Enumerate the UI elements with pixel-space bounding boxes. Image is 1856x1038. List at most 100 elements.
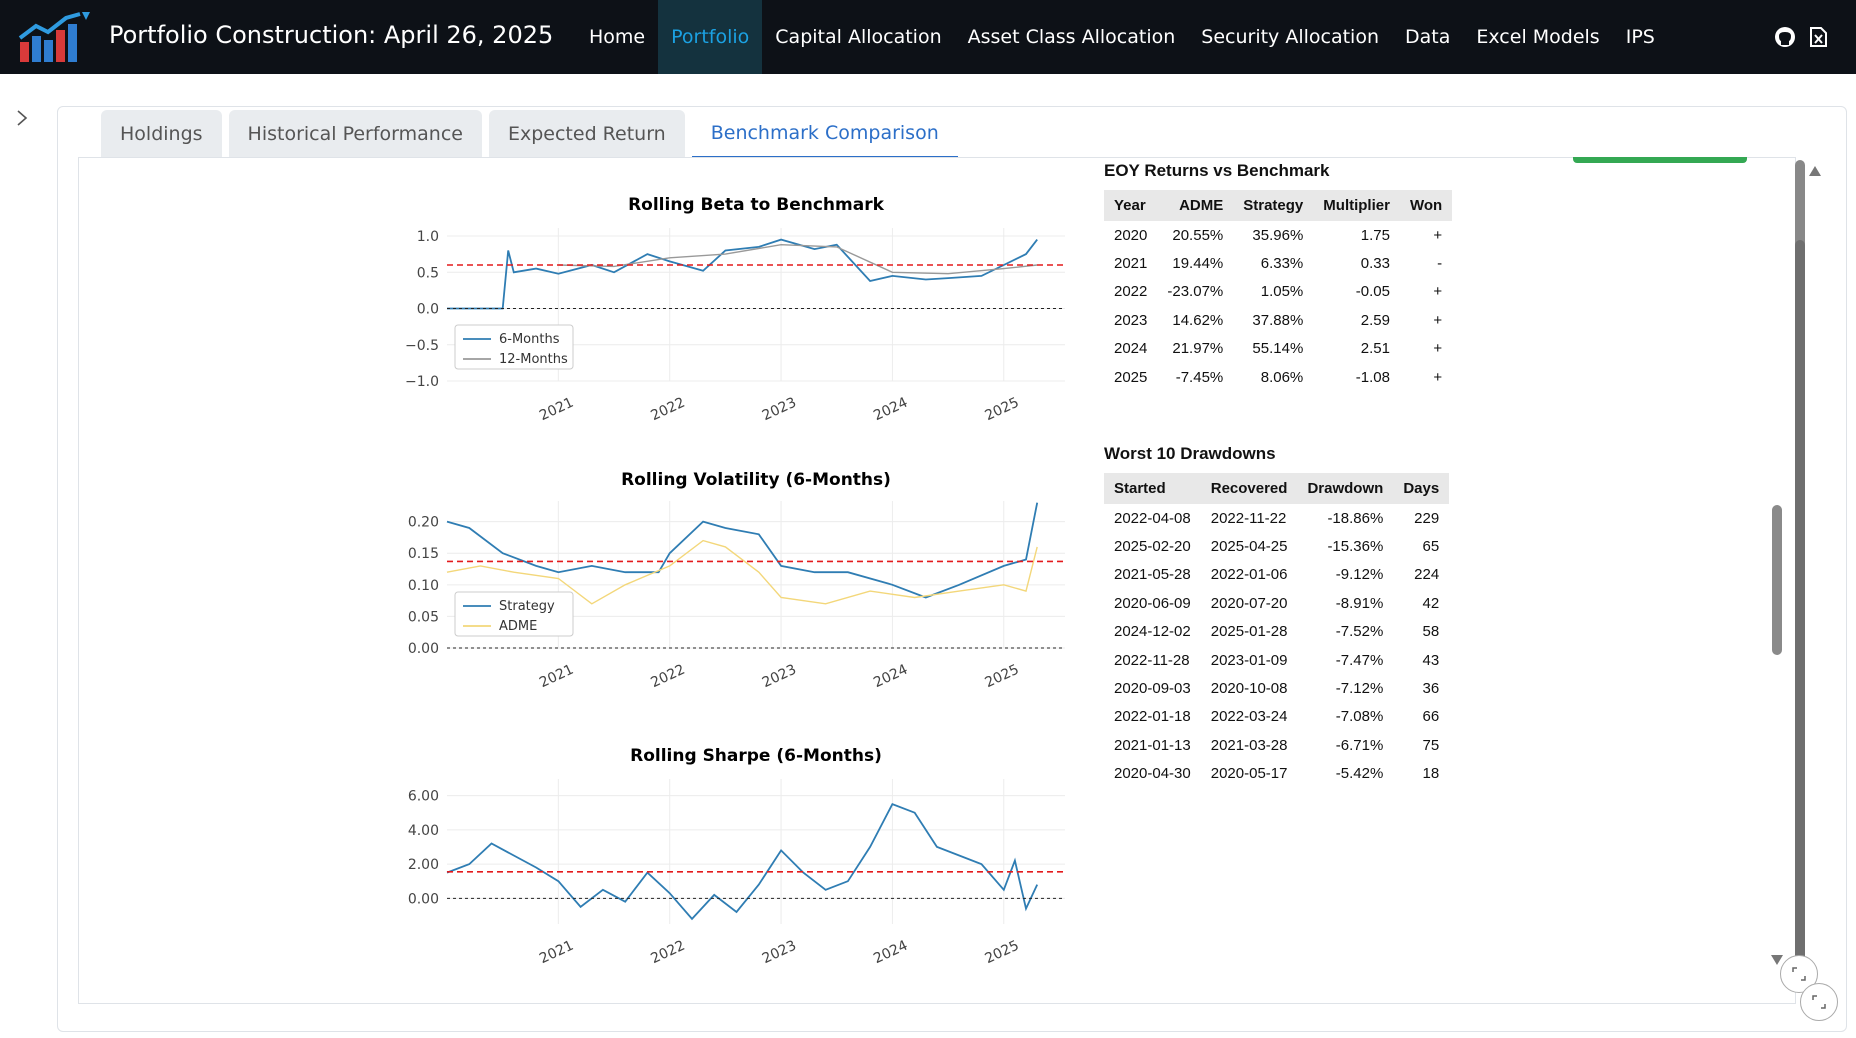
- tab-expected-return[interactable]: Expected Return: [488, 110, 685, 158]
- table-row: 2022-11-28 2023-01-09 -7.47% 43: [1104, 646, 1449, 674]
- scroll-up-arrow-icon[interactable]: [1809, 166, 1821, 176]
- x-tick-label: 2022: [648, 395, 687, 425]
- y-tick-label: 0.5: [417, 265, 439, 281]
- nav-excel-models[interactable]: Excel Models: [1463, 0, 1612, 74]
- logo-chart-icon[interactable]: [18, 12, 92, 64]
- y-tick-label: 4.00: [408, 823, 439, 839]
- legend-label: ADME: [499, 619, 537, 634]
- table-cell: 2.59: [1360, 311, 1390, 329]
- app-title: Portfolio Construction: April 26, 2025: [109, 21, 554, 49]
- series-line-12-months: [558, 243, 1038, 275]
- table-row: 2025 -7.45% 8.06% -1.08 +: [1104, 363, 1452, 391]
- table-cell: +: [1433, 226, 1443, 244]
- tab-holdings[interactable]: Holdings: [101, 110, 222, 158]
- nav-data[interactable]: Data: [1392, 0, 1463, 74]
- inner-scrollbar-thumb[interactable]: [1772, 505, 1782, 655]
- y-tick-label: 1.0: [417, 229, 439, 245]
- outer-scrollbar-thumb[interactable]: [1795, 240, 1805, 964]
- table-cell: 2020-10-08: [1210, 680, 1288, 698]
- table-row: 2020 20.55% 35.96% 1.75 +: [1104, 221, 1452, 249]
- x-tick-label: 2025: [983, 938, 1022, 968]
- table-row: 2021 19.44% 6.33% 0.33 -: [1104, 249, 1452, 277]
- column-header: Won: [1399, 190, 1453, 221]
- tab-benchmark-comparison[interactable]: Benchmark Comparison: [691, 110, 958, 158]
- chart-svg: Rolling Beta to Benchmark 1.0 0.5 0.0 −0.5 −1…: [405, 195, 1065, 425]
- table-cell: -23.07%: [1167, 283, 1224, 301]
- table-cell: 2021-05-28: [1114, 566, 1191, 584]
- table-cell: +: [1433, 340, 1443, 358]
- table-cell: 2025-04-25: [1210, 538, 1288, 556]
- chevron-right-icon[interactable]: [12, 108, 32, 128]
- fullscreen-icon[interactable]: [1800, 983, 1838, 1021]
- nav-home[interactable]: Home: [576, 0, 658, 74]
- table-row: 2021-01-13 2021-03-28 -6.71% 75: [1104, 731, 1449, 759]
- chart-svg: Rolling Volatility (6-Months) 0.20 0.15 0.1…: [408, 470, 1065, 692]
- y-tick-label: −0.5: [405, 338, 439, 354]
- table-cell: -0.05: [1355, 283, 1390, 301]
- table-header-row: Year ADME Strategy Multiplier Won: [1104, 190, 1453, 221]
- worst-drawdowns-title: Worst 10 Drawdowns: [1104, 444, 1276, 463]
- eoy-returns-table: Year ADME Strategy Multiplier Won 2020 20.55% 3…: [1104, 190, 1453, 391]
- rolling-volatility-chart: Rolling Volatility (6-Months) 0.20 0.15 0.1…: [395, 463, 1075, 707]
- x-tick-label: 2025: [983, 662, 1022, 692]
- table-cell: +: [1433, 311, 1443, 329]
- x-tick-label: 2023: [760, 938, 799, 968]
- scroll-down-arrow-icon[interactable]: [1771, 955, 1783, 965]
- table-cell: -7.47%: [1335, 651, 1384, 669]
- table-cell: -7.12%: [1335, 680, 1384, 698]
- x-tick-label: 2021: [537, 938, 576, 968]
- table-row: 2023 14.62% 37.88% 2.59 +: [1104, 306, 1452, 334]
- tab-historical-performance[interactable]: Historical Performance: [228, 110, 482, 158]
- top-navbar: Portfolio Construction: April 26, 2025 H…: [0, 0, 1856, 74]
- x-tick-label: 2021: [537, 662, 576, 692]
- table-cell: 2021: [1114, 255, 1148, 273]
- table-cell: -18.86%: [1327, 509, 1384, 527]
- main-nav: Home Portfolio Capital Allocation Asset …: [576, 0, 1668, 74]
- nav-capital-allocation[interactable]: Capital Allocation: [762, 0, 954, 74]
- table-row: 2020-06-09 2020-07-20 -8.91% 42: [1104, 589, 1449, 617]
- nav-security-allocation[interactable]: Security Allocation: [1188, 0, 1392, 74]
- table-cell: -7.52%: [1335, 623, 1384, 641]
- column-header: Days: [1393, 473, 1450, 504]
- x-tick-label: 2024: [871, 938, 910, 968]
- table-cell: 55.14%: [1252, 340, 1304, 358]
- table-cell: -15.36%: [1327, 538, 1384, 556]
- column-header: Multiplier: [1313, 190, 1400, 221]
- excel-icon[interactable]: [1807, 26, 1829, 48]
- column-header: Started: [1104, 473, 1201, 504]
- table-cell: -7.45%: [1175, 368, 1224, 386]
- y-tick-label: 6.00: [408, 789, 439, 805]
- worst-drawdowns-section: Worst 10 Drawdowns Started Recovered Drawd…: [1104, 444, 1450, 788]
- table-cell: -8.91%: [1335, 594, 1384, 612]
- series-line-sharpe: [446, 802, 1039, 921]
- table-cell: 75: [1422, 736, 1440, 754]
- x-tick-label: 2023: [760, 395, 799, 425]
- nav-ips[interactable]: IPS: [1613, 0, 1668, 74]
- y-tick-label: 0.00: [408, 641, 439, 657]
- table-cell: -6.71%: [1335, 736, 1384, 754]
- github-icon[interactable]: [1774, 26, 1796, 48]
- table-cell: 2022-11-22: [1210, 509, 1287, 527]
- table-cell: 42: [1422, 594, 1440, 612]
- nav-asset-class-allocation[interactable]: Asset Class Allocation: [955, 0, 1189, 74]
- series-line-strategy: [446, 502, 1039, 599]
- table-row: 2022-04-08 2022-11-22 -18.86% 229: [1104, 504, 1449, 532]
- table-cell: 2025-01-28: [1210, 623, 1288, 641]
- table-cell: 224: [1414, 566, 1440, 584]
- table-cell: 18: [1422, 765, 1440, 783]
- y-tick-label: 0.20: [408, 515, 439, 531]
- table-cell: 2022: [1114, 283, 1148, 301]
- table-cell: 2023-01-09: [1210, 651, 1288, 669]
- y-tick-label: 0.00: [408, 891, 439, 907]
- x-tick-label: 2022: [648, 938, 687, 968]
- nav-portfolio[interactable]: Portfolio: [658, 0, 763, 74]
- chart-title: Rolling Sharpe (6-Months): [630, 746, 882, 766]
- chart-svg: Rolling Sharpe (6-Months) 6.00 4.00 2.00 0.0…: [408, 746, 1065, 968]
- y-tick-label: 0.0: [417, 302, 439, 318]
- table-cell: 2021-01-13: [1114, 736, 1191, 754]
- table-cell: 2022-01-06: [1210, 566, 1288, 584]
- table-cell: 2020-05-17: [1210, 765, 1288, 783]
- legend-label: 6-Months: [499, 332, 560, 347]
- table-cell: 2022-11-28: [1114, 651, 1190, 669]
- y-tick-label: 0.05: [408, 609, 439, 625]
